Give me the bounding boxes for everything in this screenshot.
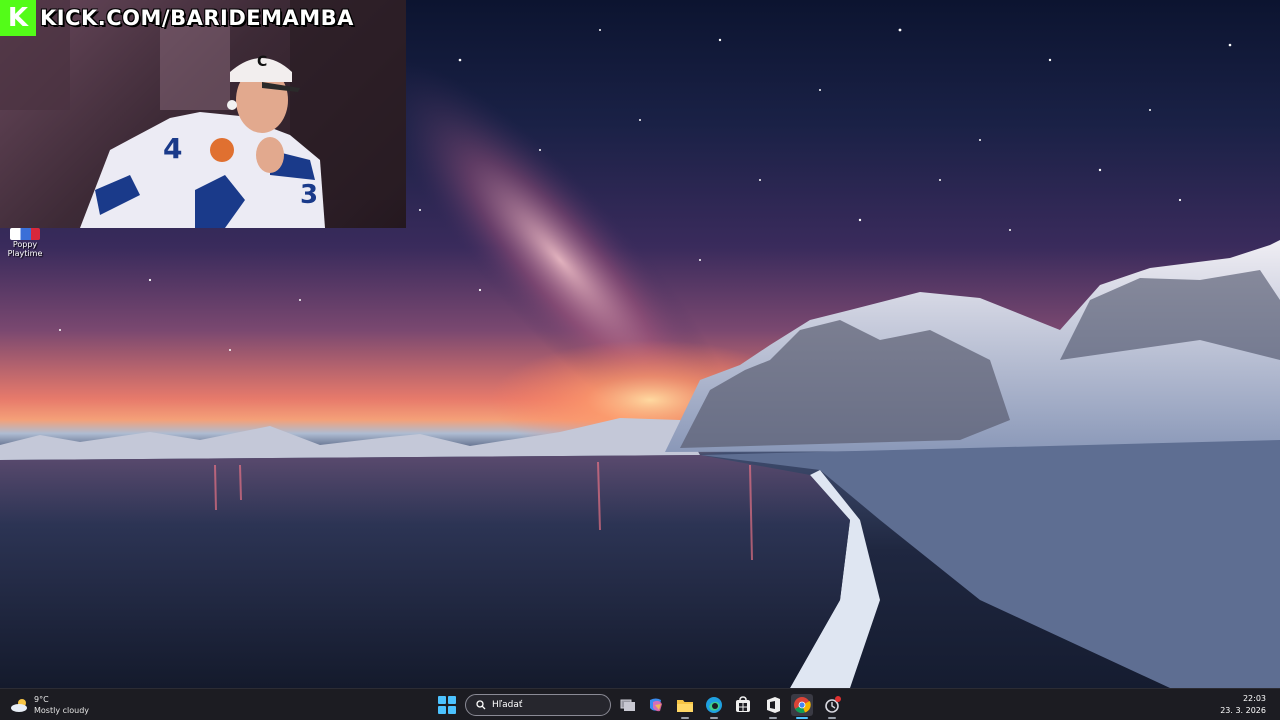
frozen-lake xyxy=(0,455,850,688)
partly-cloudy-icon xyxy=(10,697,30,713)
running-indicator xyxy=(769,717,777,719)
copilot-button[interactable] xyxy=(645,694,667,716)
task-view-icon xyxy=(620,699,635,711)
weather-condition: Mostly cloudy xyxy=(34,706,89,715)
desktop-icon-label-line2: Playtime xyxy=(7,249,43,258)
desktop: C 4 3 K KICK.COM/BARIDEMAMBA Poppy Playt… xyxy=(0,0,1280,688)
running-indicator xyxy=(828,717,836,719)
chrome-button[interactable] xyxy=(791,694,813,719)
notification-app-button[interactable] xyxy=(821,694,843,719)
edge-icon xyxy=(706,697,722,713)
file-explorer-button[interactable] xyxy=(674,694,696,719)
running-indicator xyxy=(796,717,808,719)
kick-banner: K KICK.COM/BARIDEMAMBA xyxy=(0,0,354,36)
weather-temperature: 9°C xyxy=(34,695,49,704)
desktop-icon-label-line1: Poppy xyxy=(12,240,38,249)
windows-start-icon[interactable] xyxy=(438,696,456,714)
notification-app-icon xyxy=(825,696,841,713)
desktop-icon-poppy-playtime[interactable]: Poppy Playtime xyxy=(4,228,46,258)
kick-logo-icon: K xyxy=(0,0,36,36)
cap-letter: C xyxy=(257,54,268,70)
clock-date: 23. 3. 2026 xyxy=(1220,706,1266,715)
office-button[interactable] xyxy=(762,694,784,719)
office-icon xyxy=(767,697,780,713)
store-icon xyxy=(736,696,750,712)
kick-channel-url: KICK.COM/BARIDEMAMBA xyxy=(40,6,354,30)
copilot-icon xyxy=(650,698,662,712)
search-icon xyxy=(476,700,486,710)
jersey-number-right: 3 xyxy=(300,180,319,210)
jersey-number-left: 4 xyxy=(163,132,183,165)
webcam-overlay: C 4 3 K KICK.COM/BARIDEMAMBA xyxy=(0,0,406,228)
system-clock[interactable]: 22:03 23. 3. 2026 xyxy=(1220,693,1266,717)
edge-button[interactable] xyxy=(703,694,725,719)
running-indicator xyxy=(710,717,718,719)
clock-time: 22:03 xyxy=(1242,694,1266,703)
folder-icon xyxy=(677,699,693,712)
microsoft-store-button[interactable] xyxy=(732,694,754,716)
task-view-button[interactable] xyxy=(617,694,639,716)
search-placeholder: Hľadať xyxy=(492,700,523,710)
running-indicator xyxy=(681,717,689,719)
taskbar: 9°C Mostly cloudy Hľadať 22:03 23. 3. 20… xyxy=(0,688,1280,720)
distant-mountains xyxy=(0,418,700,460)
poppy-playtime-icon xyxy=(10,228,40,240)
search-input[interactable]: Hľadať xyxy=(465,694,611,716)
chrome-icon xyxy=(794,697,811,714)
weather-widget[interactable]: 9°C Mostly cloudy xyxy=(10,692,89,718)
